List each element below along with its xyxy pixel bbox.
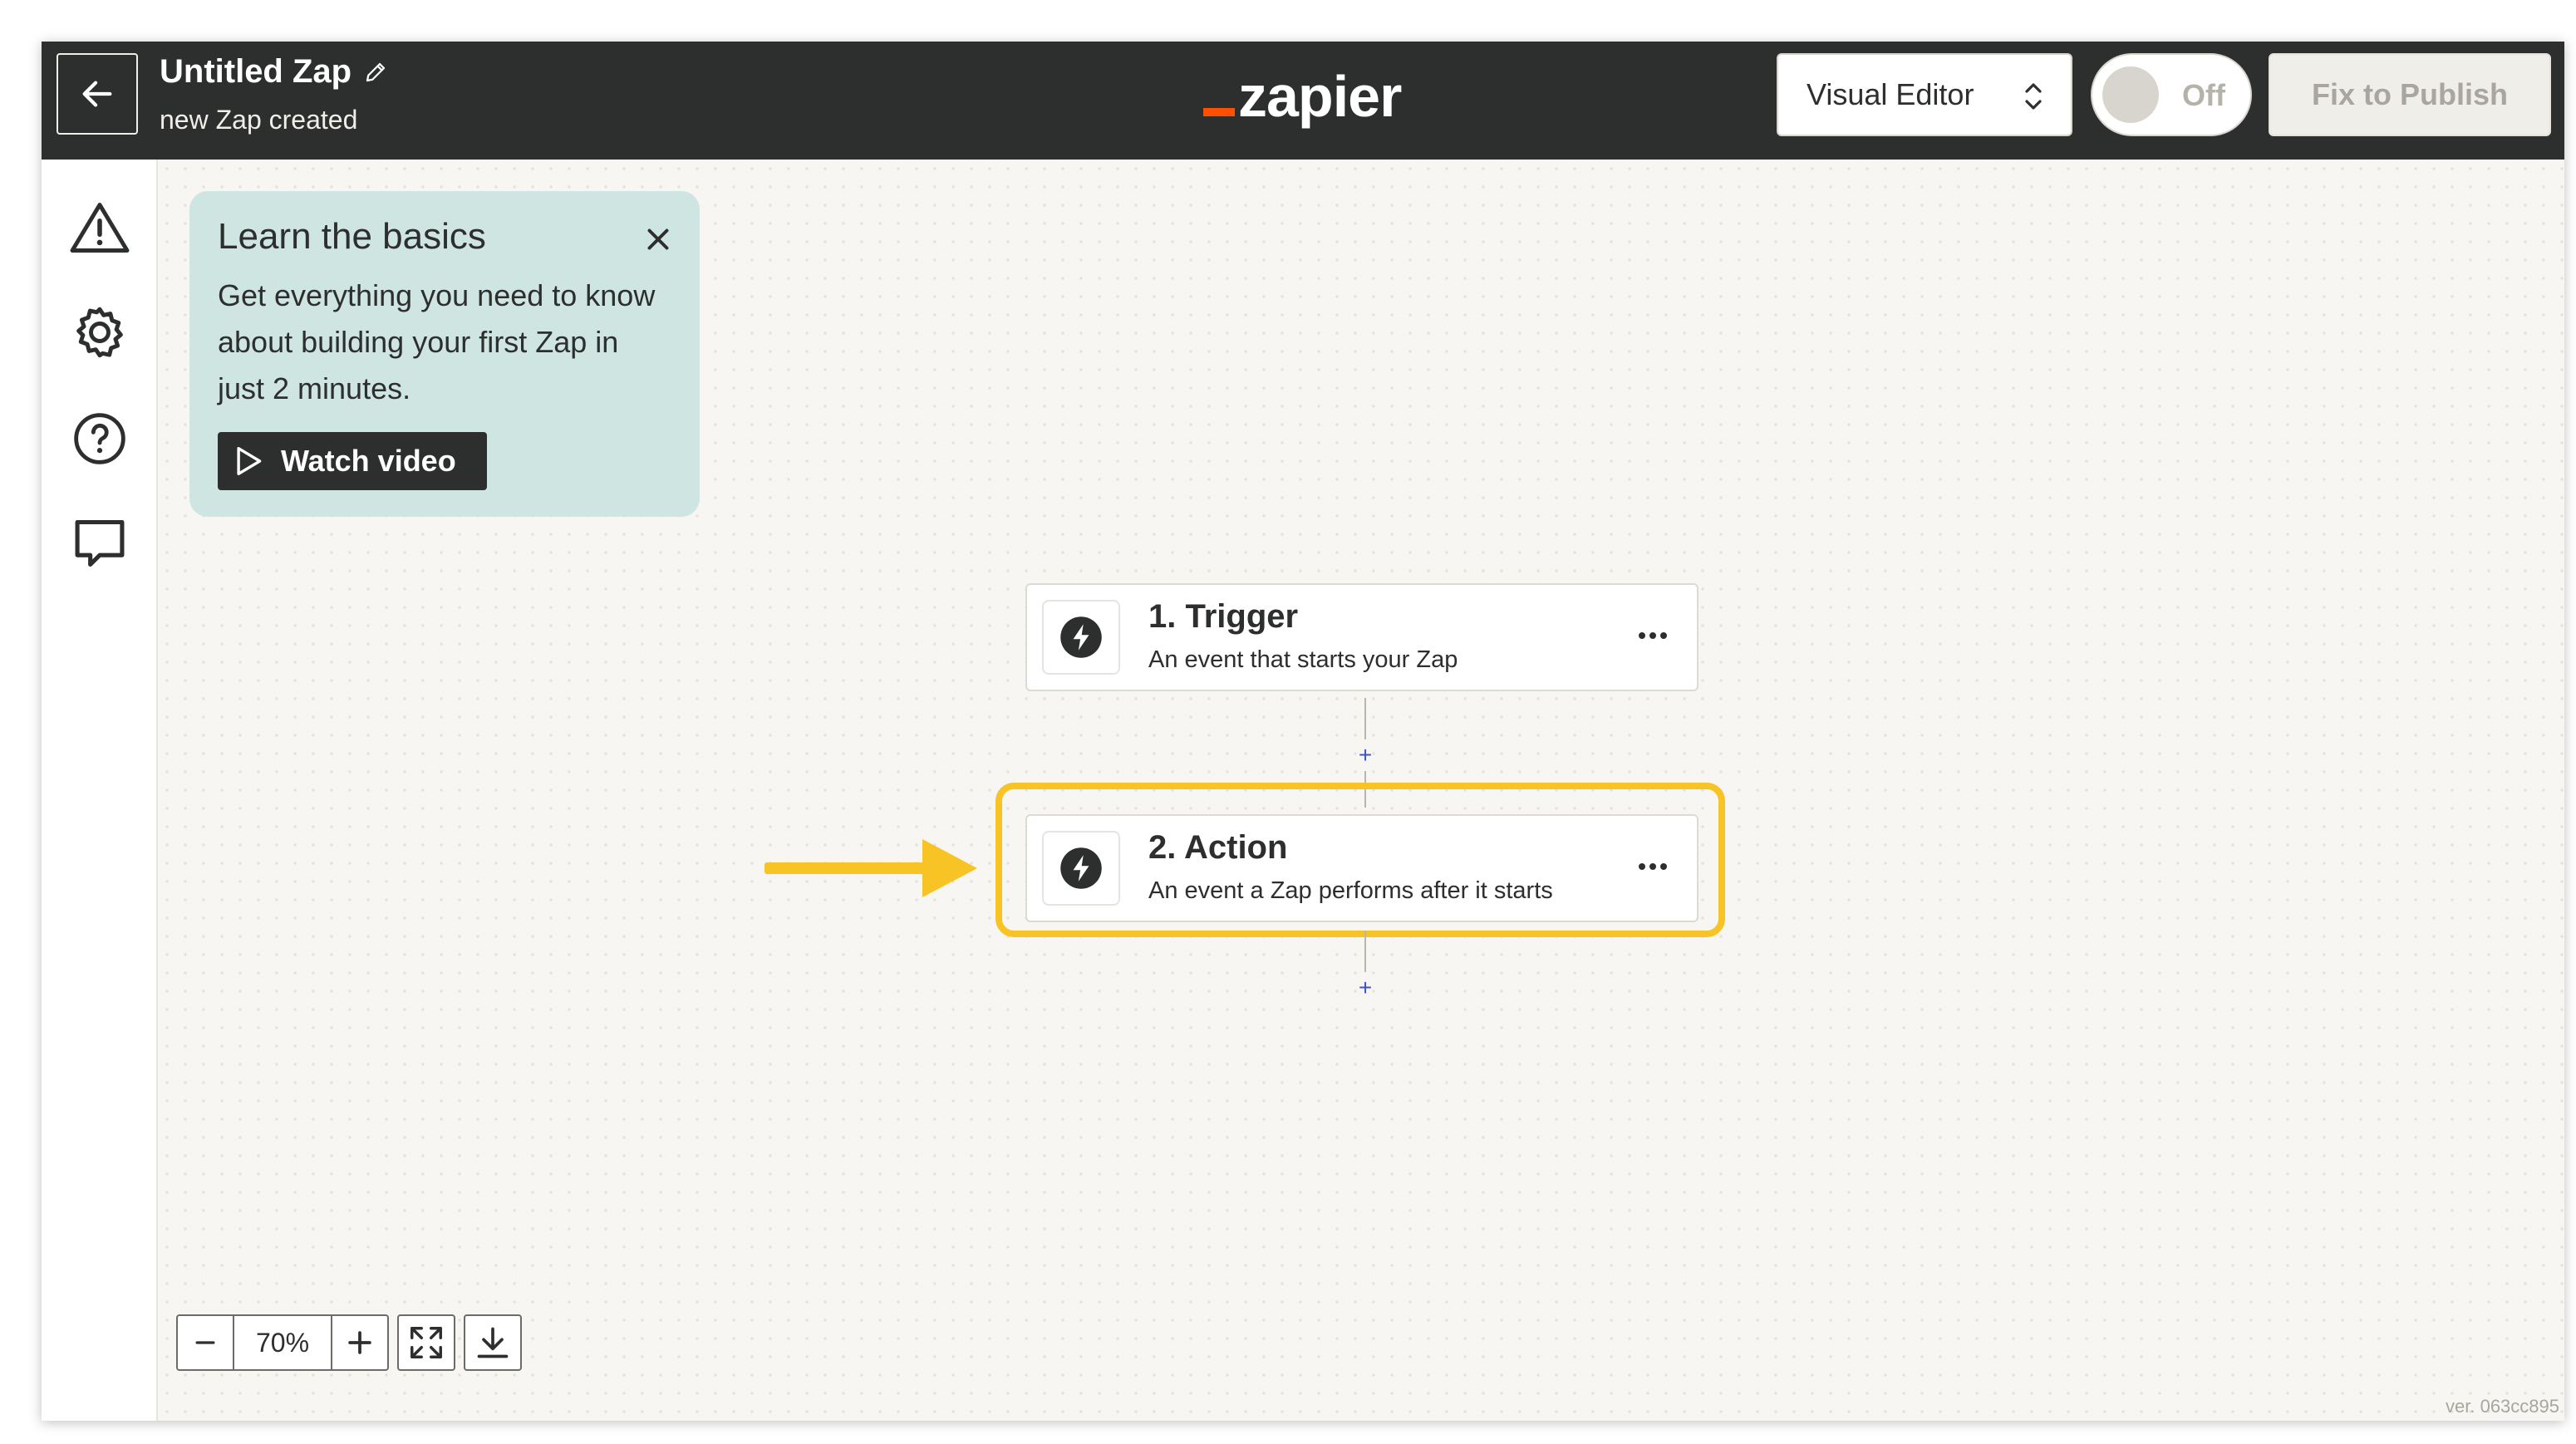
toggle-knob xyxy=(2102,66,2159,123)
action-step-card[interactable]: 2. Action An event a Zap performs after … xyxy=(1025,814,1698,922)
step-connector xyxy=(1364,931,1366,972)
action-step-title: 2. Action xyxy=(1148,829,1288,866)
bolt-icon xyxy=(1060,616,1102,658)
learn-basics-card: Learn the basics Get everything you need… xyxy=(189,191,700,517)
watch-video-button[interactable]: Watch video xyxy=(218,432,487,490)
expand-icon xyxy=(410,1327,442,1358)
zap-on-off-toggle[interactable]: Off xyxy=(2091,53,2252,136)
pencil-icon[interactable] xyxy=(363,60,388,85)
logo-text: zapier xyxy=(1238,64,1402,129)
gear-icon[interactable] xyxy=(66,299,133,366)
zap-status-text: new Zap created xyxy=(160,105,358,135)
fit-to-screen-button[interactable] xyxy=(397,1314,455,1371)
bolt-icon xyxy=(1060,847,1102,889)
dot-icon xyxy=(1660,863,1667,870)
dot-icon xyxy=(1660,632,1667,639)
zoom-in-button[interactable] xyxy=(331,1314,389,1371)
add-step-button[interactable]: + xyxy=(1353,975,1378,1000)
learn-card-body: Get everything you need to know about bu… xyxy=(218,278,656,405)
version-label: ver. 063cc895 xyxy=(2446,1396,2559,1417)
help-icon[interactable] xyxy=(66,405,133,472)
top-bar: Untitled Zap new Zap created zapier Visu… xyxy=(42,42,2564,160)
editor-mode-select[interactable]: Visual Editor xyxy=(1777,53,2072,136)
editor-mode-label: Visual Editor xyxy=(1807,77,1974,111)
trigger-step-icon-box xyxy=(1042,600,1120,675)
zoom-controls: 70% xyxy=(176,1314,522,1371)
learn-card-title: Learn the basics xyxy=(218,216,486,257)
minus-icon xyxy=(195,1341,215,1344)
plus-icon xyxy=(348,1331,371,1354)
comment-icon[interactable] xyxy=(66,510,133,577)
action-step-description: An event a Zap performs after it starts xyxy=(1148,877,1553,904)
toggle-label: Off xyxy=(2182,78,2225,112)
trigger-step-more-button[interactable] xyxy=(1632,623,1674,648)
dot-icon xyxy=(1639,863,1645,870)
zap-title-text: Untitled Zap xyxy=(160,53,352,90)
arrow-left-icon xyxy=(82,81,112,107)
action-step-icon-box xyxy=(1042,831,1120,906)
left-sidebar xyxy=(42,160,158,1421)
zap-editor-window: Untitled Zap new Zap created zapier Visu… xyxy=(42,42,2564,1421)
fix-to-publish-button[interactable]: Fix to Publish xyxy=(2269,53,2551,136)
zoom-level: 70% xyxy=(234,1314,331,1371)
back-button[interactable] xyxy=(57,53,138,135)
trigger-step-card[interactable]: 1. Trigger An event that starts your Zap xyxy=(1025,583,1698,691)
logo-dash xyxy=(1203,108,1235,116)
zoom-out-button[interactable] xyxy=(176,1314,234,1371)
action-step-more-button[interactable] xyxy=(1632,854,1674,879)
close-icon[interactable] xyxy=(638,219,678,259)
add-step-button[interactable]: + xyxy=(1353,742,1378,768)
chevron-up-down-icon xyxy=(2025,83,2042,110)
step-connector xyxy=(1364,698,1366,739)
dot-icon xyxy=(1639,632,1645,639)
warning-icon[interactable] xyxy=(66,194,133,261)
download-button[interactable] xyxy=(464,1314,522,1371)
zap-title[interactable]: Untitled Zap xyxy=(160,53,388,91)
arrow-right-icon xyxy=(764,839,977,897)
zapier-logo: zapier xyxy=(1203,63,1402,130)
trigger-step-description: An event that starts your Zap xyxy=(1148,646,1458,673)
play-icon xyxy=(237,446,262,475)
dot-icon xyxy=(1649,632,1656,639)
download-icon xyxy=(477,1327,509,1358)
dot-icon xyxy=(1649,863,1656,870)
trigger-step-title: 1. Trigger xyxy=(1148,598,1299,635)
watch-video-label: Watch video xyxy=(281,444,456,478)
